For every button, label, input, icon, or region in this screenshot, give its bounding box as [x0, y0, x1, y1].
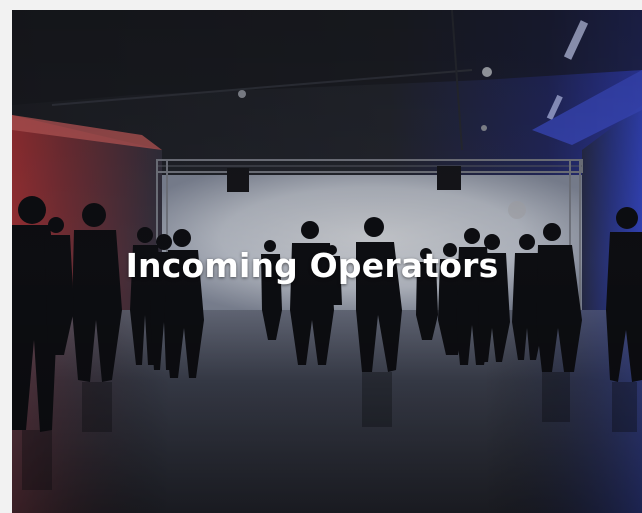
card-title: Incoming Operators	[125, 246, 499, 285]
card[interactable]: Incoming Operators	[12, 10, 642, 513]
